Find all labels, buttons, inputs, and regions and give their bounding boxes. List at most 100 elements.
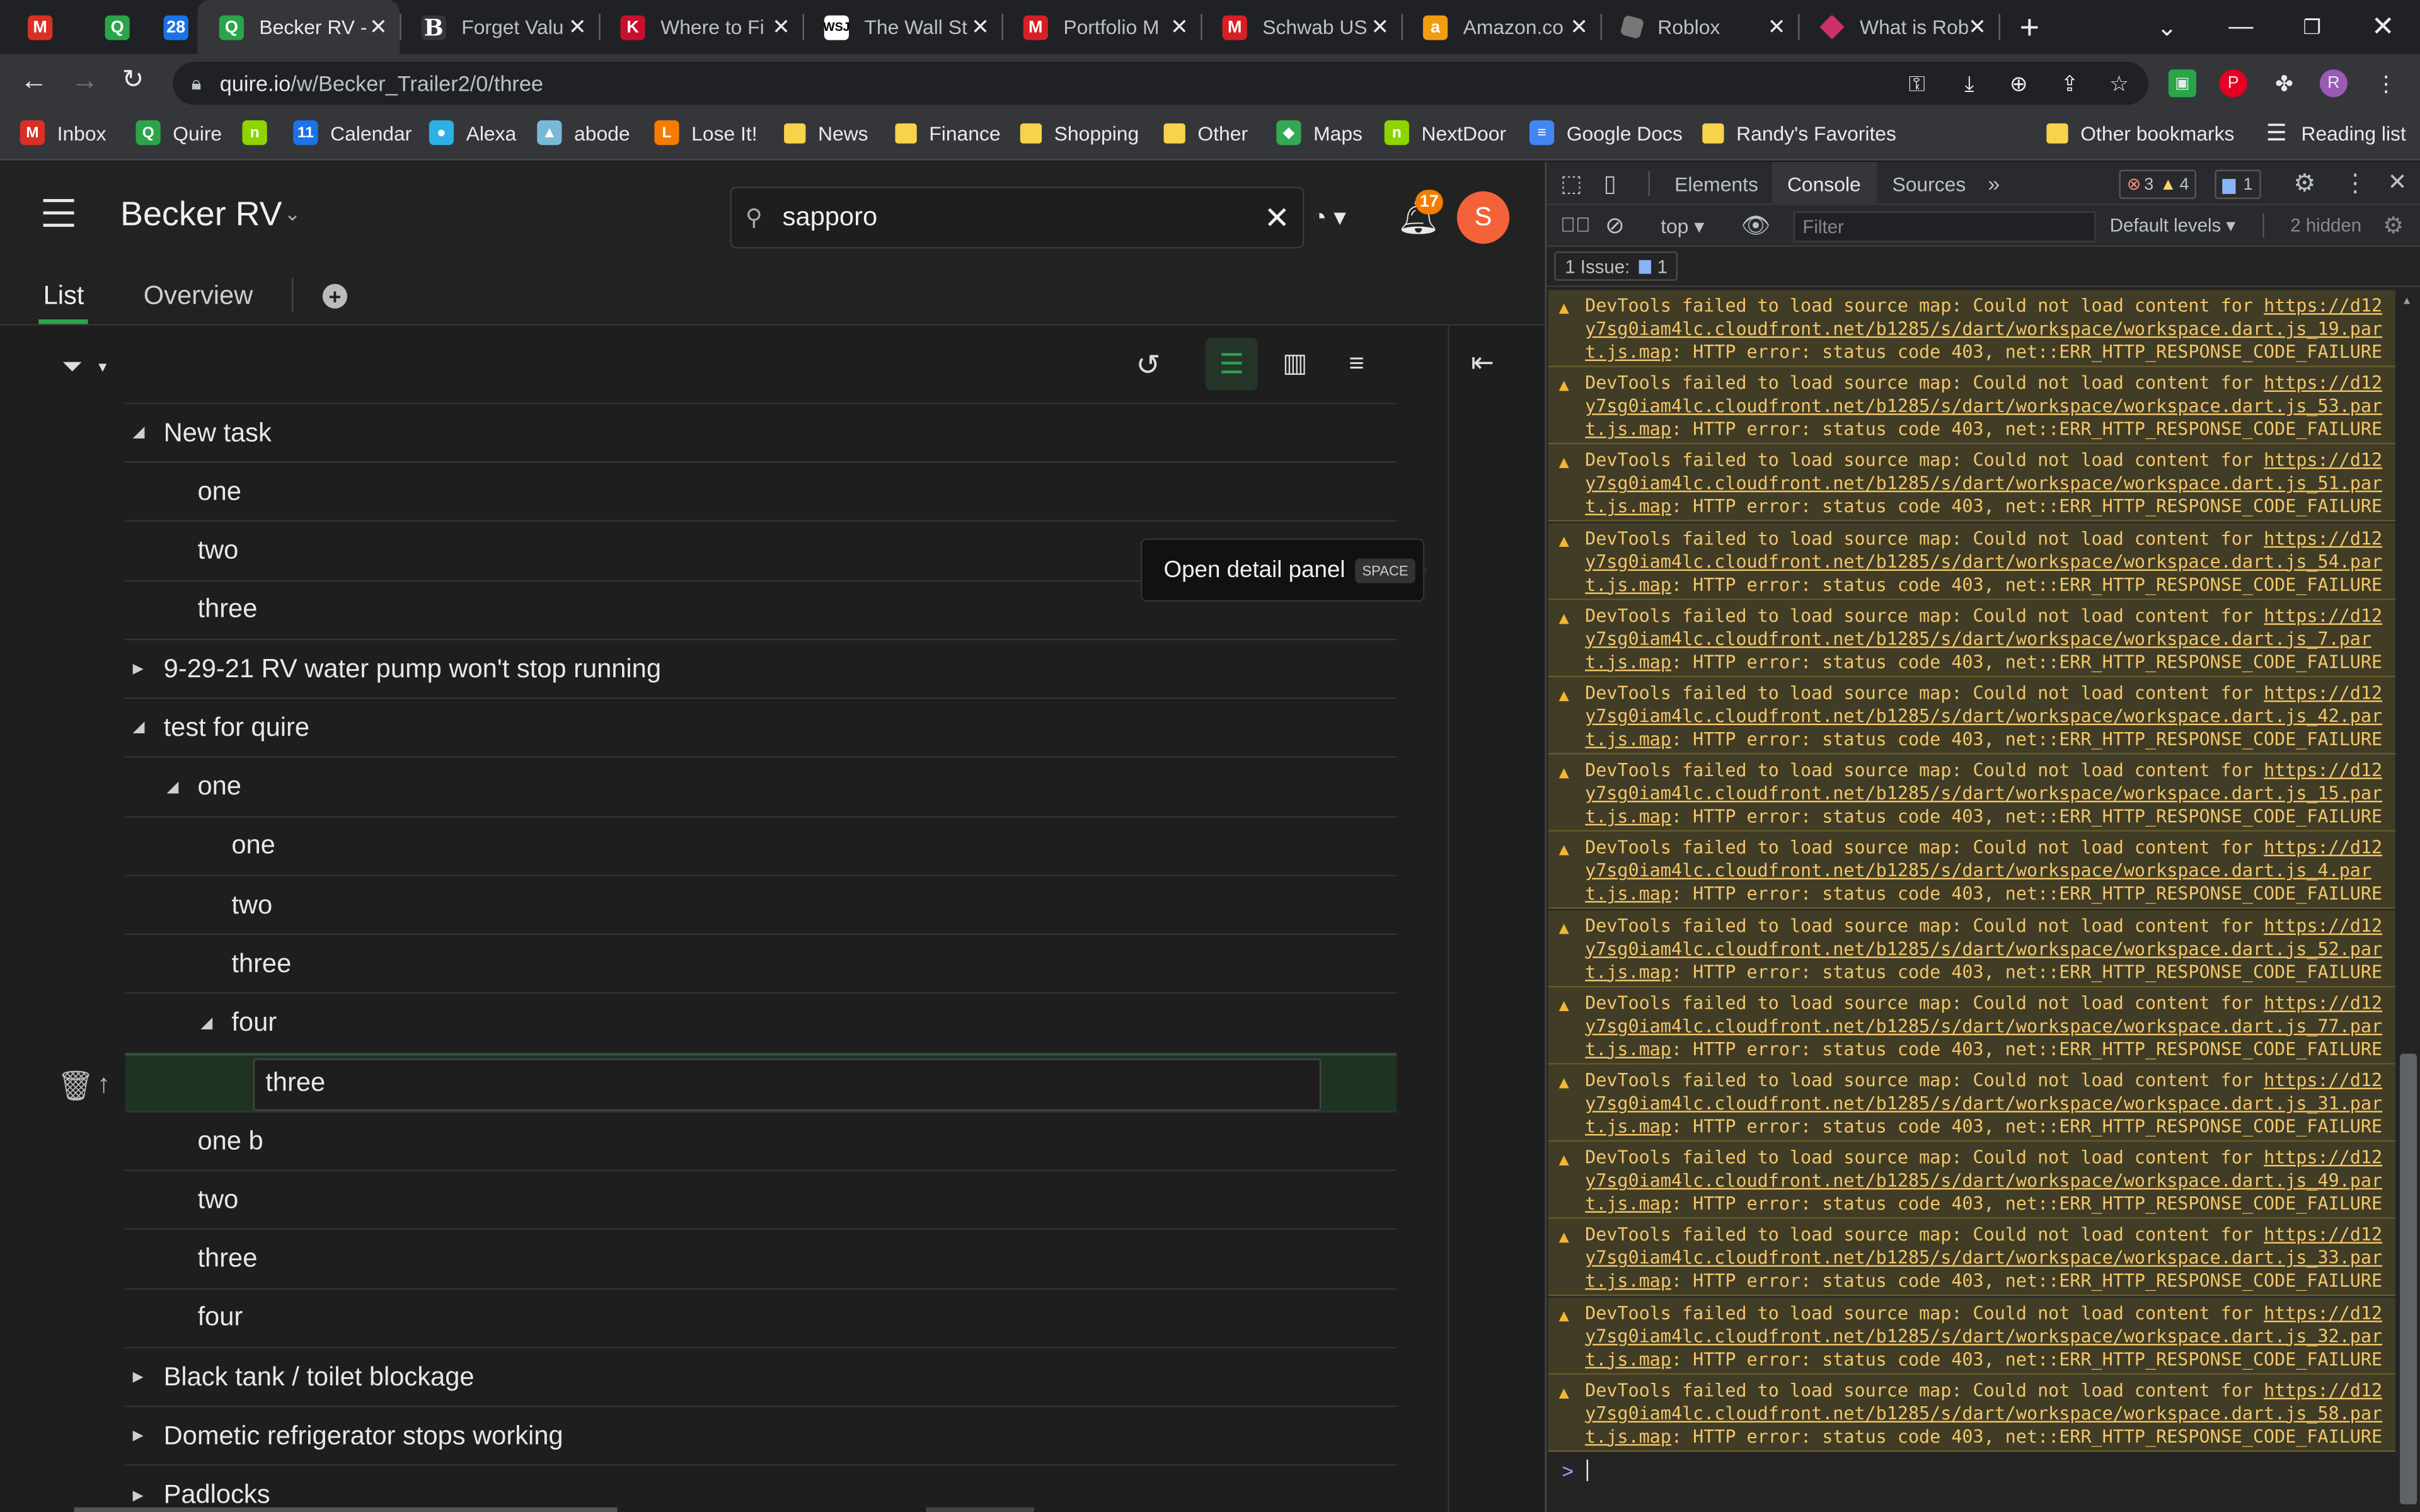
source-map-link[interactable]: https://d12 bbox=[2264, 1379, 2382, 1400]
inspect-element-icon[interactable]: ⬚ bbox=[1560, 169, 1582, 198]
device-toolbar-icon[interactable]: ▯ bbox=[1604, 169, 1616, 198]
expand-triangle-icon[interactable]: ▶ bbox=[133, 660, 144, 677]
key-icon[interactable]: ⚿ bbox=[1903, 69, 1931, 97]
bookmark-item[interactable]: News bbox=[784, 117, 868, 148]
task-row[interactable]: one bbox=[125, 817, 1397, 876]
pinterest-icon[interactable]: P bbox=[2219, 69, 2247, 98]
bookmark-item[interactable]: Q Quire bbox=[135, 117, 222, 148]
source-map-link[interactable]: y7sg0iam4lc.cloudfront.net/b1285/s/dart/… bbox=[1585, 782, 2382, 804]
tab-overview[interactable]: Overview bbox=[144, 281, 253, 312]
source-map-link[interactable]: t.js.map bbox=[1585, 1193, 1671, 1215]
close-tab-icon[interactable]: ✕ bbox=[1768, 14, 1786, 40]
source-map-link[interactable]: https://d12 bbox=[2264, 992, 2382, 1013]
undo-icon[interactable]: ↺ bbox=[1136, 348, 1160, 384]
source-map-link[interactable]: t.js.map bbox=[1585, 651, 1671, 672]
source-map-link[interactable]: https://d12 bbox=[2264, 1069, 2382, 1091]
devtools-tab-console[interactable]: Console bbox=[1772, 162, 1877, 205]
collapse-triangle-icon[interactable]: ◢ bbox=[133, 424, 145, 441]
close-tab-icon[interactable]: ✕ bbox=[568, 14, 587, 40]
console-scrollbar-thumb[interactable] bbox=[2400, 1053, 2417, 1504]
source-map-link[interactable]: y7sg0iam4lc.cloudfront.net/b1285/s/dart/… bbox=[1585, 1325, 2382, 1346]
console-settings-icon[interactable]: ⚙ bbox=[2383, 212, 2404, 239]
source-map-link[interactable]: t.js.map bbox=[1585, 341, 1671, 362]
search-input[interactable]: sapporo bbox=[783, 202, 877, 233]
source-map-link[interactable]: https://d12 bbox=[2264, 605, 2382, 626]
source-map-link[interactable]: y7sg0iam4lc.cloudfront.net/b1285/s/dart/… bbox=[1585, 627, 2371, 649]
error-warning-counter[interactable]: ⊗ 3 ▲ 4 bbox=[2119, 169, 2197, 199]
task-row[interactable]: two bbox=[125, 1171, 1397, 1230]
clear-console-icon[interactable]: ⊘ bbox=[1605, 212, 1625, 239]
filter-mode-icon[interactable]: ◔ ▾ bbox=[1312, 202, 1346, 233]
share-icon[interactable]: ⇪ bbox=[2056, 69, 2083, 97]
bookmark-item[interactable]: Finance bbox=[895, 117, 1001, 148]
console-warning-message[interactable]: ▲ DevTools failed to load source map: Cou… bbox=[1548, 1374, 2395, 1452]
console-warning-message[interactable]: ▲ DevTools failed to load source map: Cou… bbox=[1548, 832, 2395, 910]
live-expression-eye-icon[interactable]: 👁︎ bbox=[1741, 212, 1770, 239]
source-map-link[interactable]: https://d12 bbox=[2264, 1302, 2382, 1323]
close-tab-icon[interactable]: ✕ bbox=[1170, 14, 1189, 40]
source-map-link[interactable]: y7sg0iam4lc.cloudfront.net/b1285/s/dart/… bbox=[1585, 550, 2382, 571]
source-map-link[interactable]: y7sg0iam4lc.cloudfront.net/b1285/s/dart/… bbox=[1585, 1402, 2382, 1424]
browser-tab[interactable]: What is Rob ✕ bbox=[1798, 0, 1998, 54]
tab-list[interactable]: List bbox=[43, 281, 84, 312]
source-map-link[interactable]: https://d12 bbox=[2264, 527, 2382, 549]
close-tab-icon[interactable]: ✕ bbox=[369, 14, 388, 40]
devtools-tab-sources[interactable]: Sources bbox=[1892, 162, 1966, 205]
source-map-link[interactable]: https://d12 bbox=[2264, 837, 2382, 858]
console-warning-message[interactable]: ▲ DevTools failed to load source map: Cou… bbox=[1548, 600, 2395, 677]
show-sidebar-icon[interactable]: ▶⃞ bbox=[1560, 213, 1591, 236]
task-edit-field[interactable] bbox=[253, 1058, 1322, 1111]
close-tab-icon[interactable]: ✕ bbox=[1968, 14, 1986, 40]
source-map-link[interactable]: y7sg0iam4lc.cloudfront.net/b1285/s/dart/… bbox=[1585, 1170, 2382, 1191]
bookmark-star-icon[interactable]: ☆ bbox=[2105, 69, 2133, 97]
info-counter[interactable]: ▆ 1 bbox=[2215, 169, 2261, 199]
source-map-link[interactable]: y7sg0iam4lc.cloudfront.net/b1285/s/dart/… bbox=[1585, 318, 2382, 339]
close-tab-icon[interactable]: ✕ bbox=[1570, 14, 1588, 40]
zoom-icon[interactable]: ⊕ bbox=[2005, 69, 2032, 97]
settings-gear-icon[interactable]: ⚙ bbox=[2293, 168, 2315, 199]
bookmark-item[interactable]: L Lose It! bbox=[654, 117, 758, 148]
tab-search-icon[interactable]: ⌄ bbox=[2145, 0, 2189, 54]
source-map-link[interactable]: t.js.map bbox=[1585, 806, 1671, 827]
task-row[interactable]: ◢ one bbox=[125, 759, 1397, 817]
source-map-link[interactable]: t.js.map bbox=[1585, 573, 1671, 595]
collapse-triangle-icon[interactable]: ◢ bbox=[133, 719, 145, 736]
profile-avatar[interactable]: R bbox=[2319, 69, 2348, 98]
task-row[interactable]: four bbox=[125, 1290, 1397, 1348]
source-map-link[interactable]: y7sg0iam4lc.cloudfront.net/b1285/s/dart/… bbox=[1585, 937, 2382, 959]
browser-menu-icon[interactable]: ⋮ bbox=[2372, 69, 2400, 97]
console-warning-message[interactable]: ▲ DevTools failed to load source map: Cou… bbox=[1548, 1297, 2395, 1375]
console-warning-message[interactable]: ▲ DevTools failed to load source map: Cou… bbox=[1548, 1142, 2395, 1220]
source-map-link[interactable]: https://d12 bbox=[2264, 682, 2382, 703]
browser-tab[interactable]: B Forget Valu ✕ bbox=[400, 0, 599, 54]
source-map-link[interactable]: y7sg0iam4lc.cloudfront.net/b1285/s/dart/… bbox=[1585, 705, 2382, 726]
address-bar[interactable]: 🔒︎ quire.io/w/Becker_Trailer2/0/three bbox=[173, 61, 2149, 105]
source-map-link[interactable]: t.js.map bbox=[1585, 1348, 1671, 1369]
source-map-link[interactable]: t.js.map bbox=[1585, 1270, 1671, 1292]
close-tab-icon[interactable]: ✕ bbox=[772, 14, 790, 40]
source-map-link[interactable]: https://d12 bbox=[2264, 372, 2382, 394]
source-map-link[interactable]: t.js.map bbox=[1585, 1116, 1671, 1137]
console-warning-message[interactable]: ▲ DevTools failed to load source map: Cou… bbox=[1548, 367, 2395, 445]
task-row[interactable]: three bbox=[125, 936, 1397, 994]
back-icon[interactable]: ← bbox=[20, 65, 48, 97]
log-levels-dropdown[interactable]: Default levels ▾ bbox=[2110, 214, 2235, 236]
minimize-icon[interactable]: — bbox=[2210, 0, 2272, 54]
extension-icon[interactable]: ▣ bbox=[2168, 69, 2196, 98]
bookmark-item[interactable]: ● Alexa bbox=[429, 117, 516, 148]
source-map-link[interactable]: y7sg0iam4lc.cloudfront.net/b1285/s/dart/… bbox=[1585, 1247, 2382, 1269]
task-row[interactable]: one b bbox=[125, 1113, 1397, 1171]
browser-tab[interactable]: WSJ The Wall St ✕ bbox=[802, 0, 1001, 54]
close-devtools-icon[interactable]: ✕ bbox=[2388, 168, 2407, 196]
collapse-triangle-icon[interactable]: ◢ bbox=[166, 779, 178, 796]
source-map-link[interactable]: https://d12 bbox=[2264, 450, 2382, 471]
filter-dropdown-icon[interactable]: ▼ bbox=[96, 360, 110, 375]
task-row[interactable]: two bbox=[125, 876, 1397, 936]
task-row[interactable]: ◢ four bbox=[125, 994, 1397, 1053]
console-filter-input[interactable]: Filter bbox=[1793, 211, 2096, 243]
source-map-link[interactable]: y7sg0iam4lc.cloudfront.net/b1285/s/dart/… bbox=[1585, 1092, 2382, 1114]
bookmark-item[interactable]: Other bookmarks bbox=[2046, 117, 2234, 148]
extensions-puzzle-icon[interactable]: ✤ bbox=[2270, 69, 2298, 97]
clear-search-icon[interactable]: ✕ bbox=[1264, 199, 1290, 238]
console-warning-message[interactable]: ▲ DevTools failed to load source map: Cou… bbox=[1548, 909, 2395, 987]
